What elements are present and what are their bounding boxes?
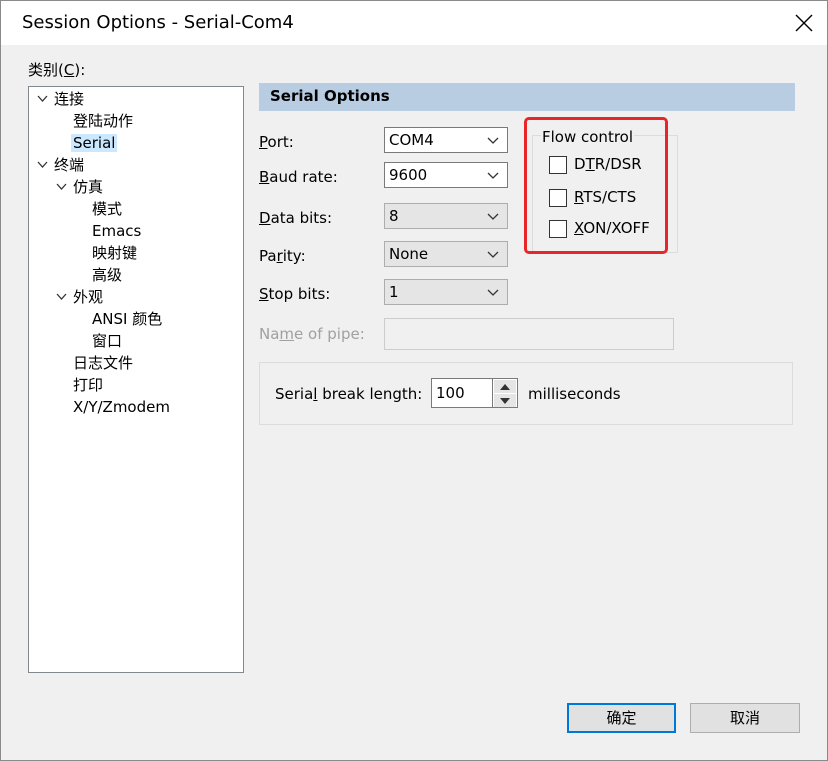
category-tree[interactable]: 连接 登陆动作 Serial 终端 仿真 模式 Emacs 映射键 高级 外观 … — [28, 86, 244, 673]
port-label: Port: — [259, 133, 294, 151]
session-options-dialog: Session Options - Serial-Com4 类别(C): 连接 … — [0, 0, 828, 761]
chevron-down-icon[interactable] — [54, 286, 68, 308]
spin-down-button[interactable] — [494, 394, 516, 407]
tree-item-xyzmodem[interactable]: X/Y/Zmodem — [73, 396, 170, 418]
cancel-button[interactable]: 取消 — [690, 703, 800, 733]
port-select[interactable]: COM4 — [384, 127, 508, 153]
baud-rate-select[interactable]: 9600 — [384, 162, 508, 188]
triangle-up-icon — [500, 384, 510, 390]
chevron-down-icon[interactable] — [35, 154, 49, 176]
chevron-down-icon[interactable] — [35, 88, 49, 110]
baud-rate-label: Baud rate: — [259, 168, 338, 186]
tree-item-advanced[interactable]: 高级 — [92, 264, 122, 286]
category-label: 类别(C): — [28, 61, 86, 79]
tree-item-modes[interactable]: 模式 — [92, 198, 122, 220]
chevron-down-icon — [487, 289, 499, 296]
tree-item-log-file[interactable]: 日志文件 — [73, 352, 133, 374]
chevron-down-icon — [487, 172, 499, 179]
data-bits-label: Data bits: — [259, 209, 333, 227]
chevron-down-icon[interactable] — [54, 176, 68, 198]
pipe-name-label: Name of pipe: — [259, 325, 365, 343]
tree-item-emacs[interactable]: Emacs — [92, 220, 141, 242]
section-title: Serial Options — [270, 87, 390, 105]
triangle-down-icon — [500, 398, 510, 404]
stop-bits-label: Stop bits: — [259, 285, 331, 303]
serial-break-unit: milliseconds — [528, 385, 621, 403]
close-icon — [795, 14, 813, 32]
parity-select[interactable]: None — [384, 241, 508, 267]
serial-break-spinner[interactable] — [492, 378, 518, 408]
window-title: Session Options - Serial-Com4 — [22, 12, 294, 33]
chevron-down-icon — [487, 251, 499, 258]
highlight-box — [524, 117, 668, 254]
section-header: Serial Options — [259, 83, 795, 111]
spin-up-button[interactable] — [494, 380, 516, 393]
stop-bits-select[interactable]: 1 — [384, 279, 508, 305]
chevron-down-icon — [487, 137, 499, 144]
ok-button[interactable]: 确定 — [567, 703, 676, 733]
data-bits-select[interactable]: 8 — [384, 203, 508, 229]
pipe-name-input — [384, 318, 674, 350]
close-button[interactable] — [781, 1, 827, 45]
serial-break-input[interactable]: 100 — [431, 378, 493, 408]
tree-item-mapped-keys[interactable]: 映射键 — [92, 242, 137, 264]
tree-item-serial[interactable]: Serial — [71, 132, 118, 154]
parity-label: Parity: — [259, 247, 306, 265]
tree-item-window[interactable]: 窗口 — [92, 330, 122, 352]
chevron-down-icon — [487, 213, 499, 220]
tree-item-printing[interactable]: 打印 — [73, 374, 103, 396]
title-bar: Session Options - Serial-Com4 — [1, 1, 827, 45]
tree-item-logon-actions[interactable]: 登陆动作 — [73, 110, 133, 132]
tree-item-ansi-color[interactable]: ANSI 颜色 — [92, 308, 162, 330]
serial-break-label: Serial break length: — [275, 385, 423, 403]
